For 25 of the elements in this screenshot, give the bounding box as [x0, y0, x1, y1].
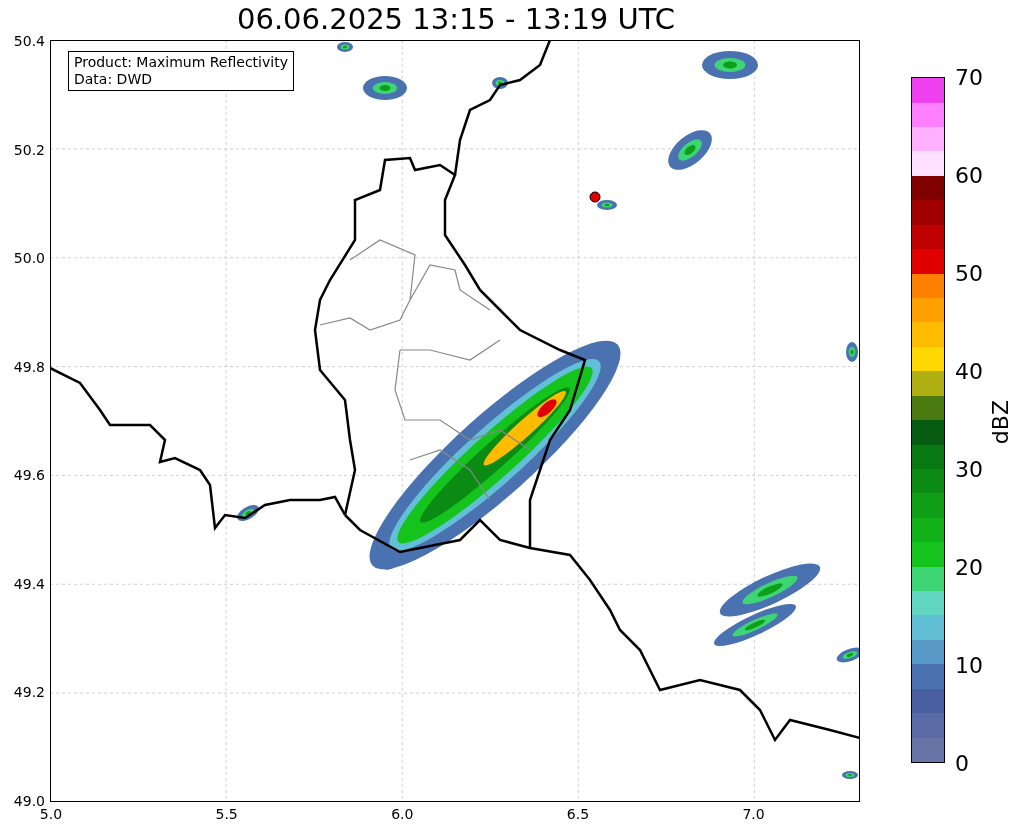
location-marker-icon — [589, 191, 601, 203]
scale-tick-label: 40 — [955, 358, 983, 384]
axis-tick-label: 49.4 — [13, 575, 45, 592]
scale-title: dBZ — [988, 400, 1013, 445]
axis-tick-label: 49.6 — [13, 467, 45, 484]
axis-tick-label: 6.5 — [566, 806, 590, 822]
scale-tick-label: 30 — [955, 456, 983, 482]
axis-tick-label: 49.8 — [13, 358, 45, 375]
axis-tick-label: 50.4 — [13, 33, 45, 49]
axis-tick-label: 5.0 — [39, 806, 63, 822]
scale-tick-label: 10 — [955, 652, 983, 678]
axis-tick-label: 5.5 — [215, 806, 238, 822]
axis-tick-label: 49.0 — [13, 793, 45, 809]
scale-tick-label: 60 — [955, 162, 983, 188]
axis-tick-label: 50.2 — [13, 141, 45, 158]
scale-tick-label: 0 — [955, 750, 969, 776]
scale-tick-label: 50 — [955, 260, 983, 286]
scale-tick-label: 20 — [955, 554, 983, 580]
axis-tick-label: 7.0 — [742, 806, 765, 822]
info-box: Product: Maximum Reflectivity Data: DWD — [68, 51, 294, 91]
chart-title: 06.06.2025 13:15 - 13:19 UTC — [236, 2, 676, 36]
axis-tick-label: 6.0 — [391, 806, 414, 822]
scale-tick-label: 70 — [955, 64, 983, 90]
axis-tick-label: 50.0 — [13, 250, 45, 267]
axis-tick-label: 49.2 — [13, 684, 45, 701]
